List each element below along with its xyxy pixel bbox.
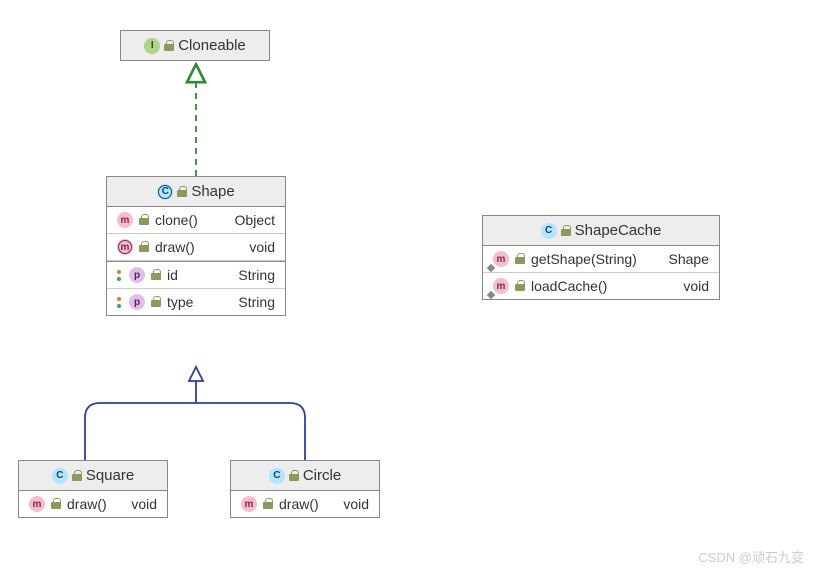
method-name: clone() [155,212,219,228]
property-row: p id String [107,261,285,289]
shape-title: C Shape [107,177,285,207]
lock-icon [72,470,82,482]
class-shape: C Shape m clone() Object m draw() void p… [106,176,286,316]
method-type: Shape [669,251,709,267]
shape-name: Shape [191,183,234,200]
method-icon: m [29,496,45,512]
method-row: m loadCache() void [483,273,719,299]
class-icon: C [269,468,285,484]
lock-icon [164,40,174,52]
method-type: void [249,239,275,255]
lock-icon [151,269,161,281]
static-icon [487,291,495,299]
property-name: type [167,294,222,310]
shapecache-title: C ShapeCache [483,216,719,246]
method-icon: m [117,212,133,228]
circle-name: Circle [303,467,341,484]
method-icon: m [493,278,509,294]
property-icon: p [129,267,145,283]
gen-branch-circle [196,403,305,460]
watermark: CSDN @顽石九变 [698,547,804,566]
shapecache-name: ShapeCache [575,222,662,239]
lock-icon [561,225,571,237]
square-name: Square [86,467,134,484]
method-row: m clone() Object [107,207,285,234]
method-type: Object [235,212,275,228]
cloneable-name: Cloneable [178,37,246,54]
method-name: draw() [155,239,233,255]
method-row: m getShape(String) Shape [483,246,719,273]
method-name: draw() [279,496,327,512]
method-row: m draw() void [19,491,167,517]
generalization-arrowhead [189,367,203,381]
gen-branch-square [85,403,196,460]
method-icon: m [241,496,257,512]
lock-icon [177,186,187,198]
method-type: void [683,278,709,294]
class-circle: C Circle m draw() void [230,460,380,518]
lock-icon [151,296,161,308]
property-dots-icon [117,295,123,309]
square-title: C Square [19,461,167,491]
lock-icon [263,498,273,510]
method-name: loadCache() [531,278,667,294]
lock-icon [139,241,149,253]
abstract-method-icon: m [117,239,133,255]
cloneable-title: I Cloneable [121,31,269,60]
abstract-class-icon: C [157,184,173,200]
method-name: draw() [67,496,115,512]
property-type: String [238,267,275,283]
lock-icon [139,214,149,226]
class-icon: C [52,468,68,484]
class-icon: C [541,223,557,239]
lock-icon [515,280,525,292]
circle-title: C Circle [231,461,379,491]
method-row: m draw() void [231,491,379,517]
interface-cloneable: I Cloneable [120,30,270,61]
property-row: p type String [107,289,285,315]
property-dots-icon [117,268,123,282]
property-icon: p [129,294,145,310]
method-row: m draw() void [107,234,285,261]
lock-icon [289,470,299,482]
property-type: String [238,294,275,310]
method-name: getShape(String) [531,251,653,267]
interface-icon: I [144,38,160,54]
static-icon [487,264,495,272]
method-icon: m [493,251,509,267]
class-square: C Square m draw() void [18,460,168,518]
lock-icon [515,253,525,265]
method-type: void [131,496,157,512]
class-shapecache: C ShapeCache m getShape(String) Shape m … [482,215,720,300]
method-type: void [343,496,369,512]
lock-icon [51,498,61,510]
property-name: id [167,267,222,283]
